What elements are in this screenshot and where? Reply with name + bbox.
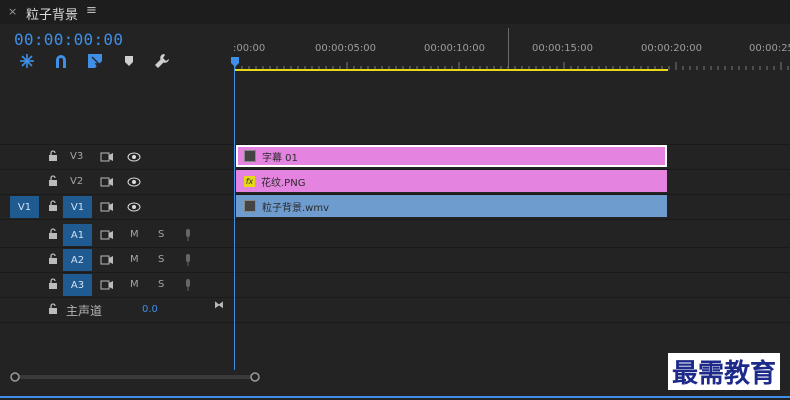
- ruler-label: :00:00: [233, 43, 266, 54]
- track-row-a3: A3 M S: [0, 273, 790, 298]
- lock-icon[interactable]: [48, 303, 58, 318]
- track-target-a2[interactable]: A2: [63, 249, 92, 271]
- track-target-a3[interactable]: A3: [63, 274, 92, 296]
- source-patch-v1[interactable]: V1: [10, 196, 39, 218]
- sync-lock-icon[interactable]: [100, 200, 114, 214]
- lock-icon[interactable]: [48, 175, 58, 190]
- panel-tab-bar: [0, 0, 790, 24]
- clip-thumbnail-icon: [244, 150, 256, 162]
- master-volume-value[interactable]: 0.0: [142, 304, 158, 315]
- sync-lock-icon[interactable]: [100, 150, 114, 164]
- clip-thumbnail-icon: [244, 200, 256, 212]
- track-target-v1[interactable]: V1: [63, 196, 92, 218]
- lock-icon[interactable]: [48, 200, 58, 215]
- eye-icon[interactable]: [127, 150, 141, 164]
- ruler-label: 00:00:10:00: [424, 43, 486, 54]
- add-marker-icon[interactable]: [86, 52, 104, 70]
- lock-icon[interactable]: [48, 253, 58, 268]
- sync-lock-icon[interactable]: [100, 253, 114, 267]
- close-panel-button[interactable]: ×: [8, 5, 17, 18]
- playhead-timecode[interactable]: 00:00:00:00: [14, 30, 123, 49]
- lock-icon[interactable]: [48, 150, 58, 165]
- work-area-bar[interactable]: [235, 69, 668, 71]
- microphone-icon[interactable]: [181, 253, 195, 267]
- zoom-scrollbar[interactable]: [10, 372, 260, 382]
- clip-name: 字幕 01: [262, 152, 298, 164]
- ruler-label: 00:00:15:00: [532, 43, 594, 54]
- sequence-tab-title[interactable]: 粒子背景: [26, 4, 78, 23]
- clip-particle-wmv[interactable]: 粒子背景.wmv: [236, 195, 667, 217]
- microphone-icon[interactable]: [181, 278, 195, 292]
- track-target-a1[interactable]: A1: [63, 224, 92, 246]
- solo-button[interactable]: S: [158, 229, 164, 240]
- ruler-label: 00:00:05:00: [315, 43, 377, 54]
- ruler-label: 00:00:25: [749, 43, 790, 54]
- linked-selection-icon[interactable]: [52, 52, 70, 70]
- track-label-v3[interactable]: V3: [70, 151, 83, 162]
- microphone-icon[interactable]: [181, 228, 195, 242]
- track-label-v2[interactable]: V2: [70, 176, 83, 187]
- track-row-a1: A1 M S: [0, 223, 790, 248]
- lock-icon[interactable]: [48, 228, 58, 243]
- solo-button[interactable]: S: [158, 279, 164, 290]
- playhead-line[interactable]: [234, 60, 235, 370]
- master-track-label: 主声道: [66, 304, 103, 318]
- mute-button[interactable]: M: [130, 279, 139, 290]
- clip-title-01[interactable]: 字幕 01: [236, 145, 667, 167]
- wrench-icon[interactable]: [153, 52, 171, 70]
- panel-focus-border: [0, 396, 790, 398]
- snap-icon[interactable]: [18, 52, 36, 70]
- clip-name: 粒子背景.wmv: [262, 202, 330, 214]
- go-to-end-icon[interactable]: ⧓: [214, 300, 224, 311]
- fx-badge-icon: fx: [244, 175, 255, 187]
- marker-icon[interactable]: [120, 52, 138, 70]
- mute-button[interactable]: M: [130, 254, 139, 265]
- sync-lock-icon[interactable]: [100, 278, 114, 292]
- ruler-label: 00:00:20:00: [641, 43, 703, 54]
- panel-menu-icon[interactable]: ≡: [86, 3, 97, 18]
- solo-button[interactable]: S: [158, 254, 164, 265]
- clip-name: 花纹.PNG: [261, 177, 306, 189]
- track-row-master: 主声道 0.0 ⧓: [0, 298, 790, 323]
- watermark-logo: 最需教育: [668, 353, 781, 390]
- mute-button[interactable]: M: [130, 229, 139, 240]
- eye-icon[interactable]: [127, 175, 141, 189]
- sync-lock-icon[interactable]: [100, 228, 114, 242]
- lock-icon[interactable]: [48, 278, 58, 293]
- track-row-a2: A2 M S: [0, 248, 790, 273]
- eye-icon[interactable]: [127, 200, 141, 214]
- sync-lock-icon[interactable]: [100, 175, 114, 189]
- clip-pattern-png[interactable]: fx 花纹.PNG: [236, 170, 667, 192]
